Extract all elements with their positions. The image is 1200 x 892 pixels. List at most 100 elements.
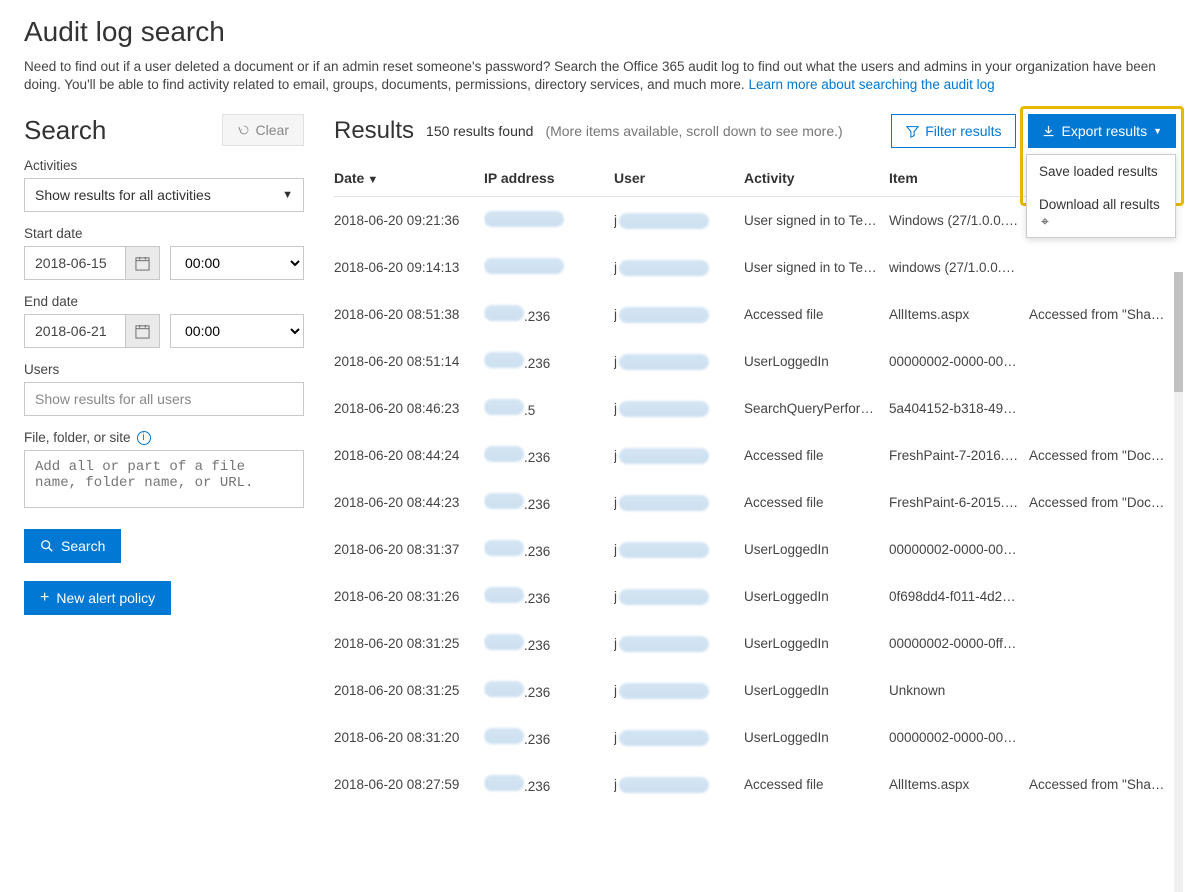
- col-user[interactable]: User: [614, 162, 744, 197]
- table-row[interactable]: 2018-06-20 08:31:37.236jUserLoggedIn0000…: [334, 526, 1176, 573]
- new-alert-button[interactable]: + New alert policy: [24, 581, 171, 615]
- cell-extra: [1029, 667, 1176, 714]
- start-date-label: Start date: [24, 226, 304, 241]
- cell-item: 00000002-0000-0000...: [889, 714, 1029, 761]
- cell-ip: .236: [484, 714, 614, 761]
- cell-date: 2018-06-20 08:51:14: [334, 338, 484, 385]
- calendar-icon[interactable]: [125, 247, 159, 279]
- cell-extra: [1029, 385, 1176, 432]
- new-alert-label: New alert policy: [56, 590, 155, 606]
- cell-ip: .236: [484, 479, 614, 526]
- table-row[interactable]: 2018-06-20 08:51:38.236jAccessed fileAll…: [334, 291, 1176, 338]
- cell-ip: .236: [484, 338, 614, 385]
- cell-user: j: [614, 432, 744, 479]
- cell-user: j: [614, 526, 744, 573]
- end-time-select[interactable]: 00:00: [170, 314, 304, 348]
- cell-extra: [1029, 620, 1176, 667]
- calendar-icon[interactable]: [125, 315, 159, 347]
- col-ip[interactable]: IP address: [484, 162, 614, 197]
- scrollbar[interactable]: [1174, 272, 1183, 892]
- cell-ip: .5: [484, 385, 614, 432]
- col-activity[interactable]: Activity: [744, 162, 889, 197]
- table-row[interactable]: 2018-06-20 08:31:20.236jUserLoggedIn0000…: [334, 714, 1176, 761]
- cell-item: FreshPaint-6-2015.12....: [889, 479, 1029, 526]
- cell-user: j: [614, 620, 744, 667]
- cell-user: j: [614, 714, 744, 761]
- export-dropdown: Save loaded results Download all results…: [1026, 154, 1176, 238]
- file-input[interactable]: [24, 450, 304, 508]
- end-date-label: End date: [24, 294, 304, 309]
- end-date-input[interactable]: [25, 315, 125, 347]
- results-title: Results: [334, 117, 414, 145]
- filter-results-button[interactable]: Filter results: [891, 114, 1016, 148]
- cell-activity: Accessed file: [744, 479, 889, 526]
- start-time-select[interactable]: 00:00: [170, 246, 304, 280]
- table-row[interactable]: 2018-06-20 08:51:14.236jUserLoggedIn0000…: [334, 338, 1176, 385]
- cell-extra: [1029, 526, 1176, 573]
- cell-date: 2018-06-20 09:14:13: [334, 244, 484, 291]
- cell-activity: UserLoggedIn: [744, 338, 889, 385]
- cell-item: AllItems.aspx: [889, 761, 1029, 808]
- table-row[interactable]: 2018-06-20 08:44:23.236jAccessed fileFre…: [334, 479, 1176, 526]
- table-row[interactable]: 2018-06-20 08:31:25.236jUserLoggedIn0000…: [334, 620, 1176, 667]
- download-all-results-item[interactable]: Download all results⌖: [1027, 188, 1175, 237]
- results-table: Date▼ IP address User Activity Item 2018…: [334, 162, 1176, 808]
- cell-item: Windows (27/1.0.0.20...: [889, 197, 1029, 245]
- cell-item: 00000002-0000-0000...: [889, 338, 1029, 385]
- cell-date: 2018-06-20 08:31:20: [334, 714, 484, 761]
- filter-label: Filter results: [925, 123, 1001, 139]
- scrollbar-thumb[interactable]: [1174, 272, 1183, 392]
- filter-icon: [906, 125, 919, 138]
- cell-date: 2018-06-20 08:31:25: [334, 620, 484, 667]
- cell-activity: UserLoggedIn: [744, 573, 889, 620]
- cell-extra: Accessed from "Share...: [1029, 291, 1176, 338]
- cell-activity: Accessed file: [744, 432, 889, 479]
- cell-user: j: [614, 197, 744, 245]
- cell-date: 2018-06-20 08:31:37: [334, 526, 484, 573]
- cell-ip: .236: [484, 432, 614, 479]
- cell-ip: .236: [484, 573, 614, 620]
- table-row[interactable]: 2018-06-20 08:31:26.236jUserLoggedIn0f69…: [334, 573, 1176, 620]
- users-input[interactable]: [24, 382, 304, 416]
- start-date-input[interactable]: [25, 247, 125, 279]
- learn-more-link[interactable]: Learn more about searching the audit log: [748, 77, 994, 92]
- results-panel: Results 150 results found (More items av…: [334, 114, 1176, 808]
- clear-button[interactable]: Clear: [222, 114, 304, 146]
- cell-activity: User signed in to Tea...: [744, 244, 889, 291]
- plus-icon: +: [40, 590, 49, 606]
- cell-date: 2018-06-20 08:27:59: [334, 761, 484, 808]
- cell-date: 2018-06-20 08:51:38: [334, 291, 484, 338]
- activities-dropdown[interactable]: Show results for all activities ▼: [24, 178, 304, 212]
- search-button-label: Search: [61, 538, 105, 554]
- info-icon[interactable]: i: [137, 431, 151, 445]
- cell-user: j: [614, 244, 744, 291]
- users-label: Users: [24, 362, 304, 377]
- activities-value: Show results for all activities: [35, 187, 211, 203]
- cell-item: 00000002-0000-0000...: [889, 526, 1029, 573]
- cell-ip: [484, 244, 614, 291]
- file-label: File, folder, or site i: [24, 430, 304, 445]
- cell-extra: [1029, 244, 1176, 291]
- cell-activity: SearchQueryPerformed: [744, 385, 889, 432]
- save-loaded-results-item[interactable]: Save loaded results: [1027, 155, 1175, 188]
- table-row[interactable]: 2018-06-20 08:44:24.236jAccessed fileFre…: [334, 432, 1176, 479]
- export-label: Export results: [1061, 123, 1147, 139]
- cell-extra: [1029, 573, 1176, 620]
- chevron-down-icon: ▼: [282, 189, 293, 201]
- table-row[interactable]: 2018-06-20 09:14:13 jUser signed in to Te…: [334, 244, 1176, 291]
- col-item[interactable]: Item: [889, 162, 1029, 197]
- cell-date: 2018-06-20 08:44:23: [334, 479, 484, 526]
- results-count: 150 results found: [426, 123, 533, 139]
- table-row[interactable]: 2018-06-20 08:27:59.236jAccessed fileAll…: [334, 761, 1176, 808]
- cell-item: Unknown: [889, 667, 1029, 714]
- table-row[interactable]: 2018-06-20 08:31:25.236jUserLoggedInUnkn…: [334, 667, 1176, 714]
- export-results-button[interactable]: Export results ▼: [1028, 114, 1176, 148]
- table-row[interactable]: 2018-06-20 08:46:23.5jSearchQueryPerform…: [334, 385, 1176, 432]
- cell-user: j: [614, 667, 744, 714]
- cell-date: 2018-06-20 08:31:25: [334, 667, 484, 714]
- undo-icon: [237, 123, 251, 137]
- search-button[interactable]: Search: [24, 529, 121, 563]
- col-date[interactable]: Date▼: [334, 162, 484, 197]
- results-more: (More items available, scroll down to se…: [545, 123, 842, 139]
- cell-user: j: [614, 761, 744, 808]
